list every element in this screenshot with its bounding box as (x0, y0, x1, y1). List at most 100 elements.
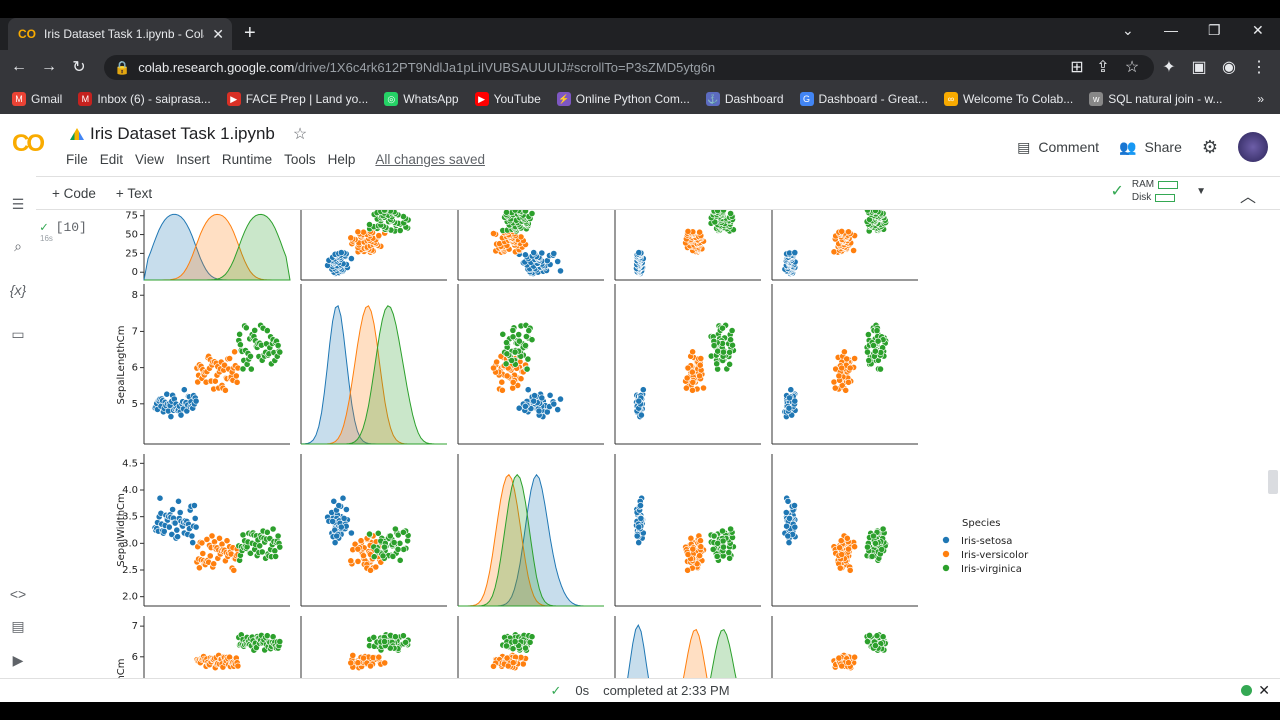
scatter-point-versicolor (836, 544, 843, 552)
reload-icon[interactable]: ↻ (64, 57, 94, 77)
colab-logo[interactable]: CO (12, 130, 45, 158)
resources-indicator[interactable]: ✓ RAM Disk ▼ (1110, 179, 1206, 203)
gear-icon[interactable]: ⚙ (1202, 137, 1218, 158)
close-status-icon[interactable]: ✕ (1258, 682, 1270, 699)
command-palette-icon[interactable]: ▤ (11, 618, 24, 635)
scatter-point-versicolor (233, 378, 241, 386)
bookmark-item[interactable]: M Inbox (6) - saiprasa... (78, 92, 211, 106)
resources-dropdown-icon[interactable]: ▼ (1196, 186, 1206, 197)
scatter-point-virginica (872, 642, 879, 649)
kebab-menu-icon[interactable]: ⋮ (1244, 57, 1274, 77)
scatter-point-virginica (523, 365, 531, 373)
scatter-point-versicolor (838, 364, 846, 372)
scatter-point-versicolor (498, 386, 506, 394)
drive-icon[interactable] (70, 128, 84, 140)
scatter-point-setosa (791, 523, 799, 531)
scatter-point-setosa (787, 386, 795, 394)
execution-count[interactable]: ✓ [10] (40, 220, 87, 235)
search-icon[interactable]: ⌕ (14, 238, 22, 255)
variables-icon[interactable]: {x} (10, 282, 26, 298)
scatter-point-virginica (713, 360, 721, 368)
comment-button[interactable]: ▤ Comment (1017, 139, 1099, 156)
scatter-point-virginica (373, 547, 381, 555)
menu-view[interactable]: View (135, 152, 164, 167)
star-icon[interactable]: ☆ (293, 124, 307, 144)
scatter-point-versicolor (843, 534, 851, 542)
new-tab-icon[interactable]: + (244, 22, 256, 45)
bookmark-item[interactable]: ◎ WhatsApp (384, 92, 459, 106)
scatter-point-versicolor (697, 543, 705, 551)
y-axis-label: SepalWidthCm (116, 493, 127, 567)
menu-file[interactable]: File (66, 152, 88, 167)
share-page-icon[interactable]: ⇪ (1088, 57, 1118, 77)
scatter-point-versicolor (831, 384, 839, 392)
menu-tools[interactable]: Tools (284, 152, 316, 167)
scatter-point-virginica (239, 531, 247, 539)
disk-label: Disk (1131, 192, 1152, 203)
table-of-contents-icon[interactable]: ☰ (12, 196, 25, 213)
y-tick-label: 2.0 (122, 592, 138, 603)
restore-icon[interactable]: ❐ (1208, 22, 1221, 39)
add-code-button[interactable]: + Code (52, 186, 96, 201)
scatter-point-virginica (274, 532, 282, 540)
bookmark-item[interactable]: w SQL natural join - w... (1089, 92, 1223, 106)
scatter-point-setosa (180, 386, 188, 394)
address-bar[interactable]: 🔒 colab.research.google.com/drive/1X6c4r… (104, 55, 1154, 80)
scatter-point-versicolor (846, 364, 854, 372)
bookmark-star-icon[interactable]: ☆ (1117, 57, 1147, 77)
bookmark-item[interactable]: ⚓ Dashboard (705, 92, 784, 106)
legend-item-label: Iris-versicolor (961, 550, 1029, 561)
bookmark-item[interactable]: M Gmail (12, 92, 62, 106)
scatter-point-virginica (274, 342, 282, 349)
more-bookmarks-icon[interactable]: » (1257, 92, 1264, 106)
notebook-title[interactable]: Iris Dataset Task 1.ipynb (90, 124, 275, 144)
bookmark-item[interactable]: G Dashboard - Great... (799, 92, 928, 106)
close-window-icon[interactable]: ✕ (1252, 22, 1264, 39)
menu-runtime[interactable]: Runtime (222, 152, 272, 167)
scatter-point-setosa (340, 514, 348, 522)
scatter-point-versicolor (689, 348, 696, 356)
menu-insert[interactable]: Insert (176, 152, 210, 167)
scatter-point-virginica (728, 327, 736, 334)
collapse-up-icon[interactable]: ︿ (1240, 183, 1256, 207)
profile-avatar-icon[interactable]: ◉ (1214, 57, 1244, 77)
scatter-point-setosa (173, 526, 181, 534)
scatter-point-virginica (503, 339, 510, 346)
scatter-point-virginica (263, 327, 271, 334)
forward-arrow-icon[interactable]: → (34, 58, 64, 76)
folder-icon[interactable]: ▭ (11, 326, 24, 343)
bookmark-item[interactable]: ▶ YouTube (474, 92, 541, 106)
scatter-point-setosa (554, 258, 562, 265)
tab-search-icon[interactable]: ⌄ (1122, 22, 1134, 39)
bookmark-item[interactable]: ▶ FACE Prep | Land yo... (226, 92, 368, 106)
save-status-link[interactable]: All changes saved (375, 152, 485, 167)
share-button[interactable]: 👥 Share (1119, 139, 1182, 156)
scatter-point-setosa (786, 514, 793, 522)
y-tick-label: 0 (132, 267, 138, 278)
scatter-point-versicolor (354, 557, 362, 565)
scatter-point-setosa (339, 494, 347, 502)
avatar[interactable] (1238, 132, 1268, 162)
back-arrow-icon[interactable]: ← (4, 58, 34, 76)
scrollbar-thumb[interactable] (1268, 470, 1278, 494)
scatter-point-virginica (511, 638, 519, 645)
terminal-icon[interactable]: ▶ (13, 652, 24, 669)
add-text-button[interactable]: + Text (116, 186, 152, 201)
side-panel-icon[interactable]: ▣ (1184, 57, 1214, 77)
minimize-icon[interactable]: — (1164, 22, 1178, 38)
scatter-point-versicolor (851, 543, 858, 551)
bookmark-item[interactable]: ⚡ Online Python Com... (556, 92, 690, 106)
scatter-point-virginica (726, 554, 733, 562)
close-tab-icon[interactable]: ✕ (212, 26, 224, 43)
menu-edit[interactable]: Edit (100, 152, 123, 167)
menu-help[interactable]: Help (328, 152, 356, 167)
browser-tab[interactable]: CO Iris Dataset Task 1.ipynb - Colabo ✕ (8, 18, 232, 50)
code-snippets-icon[interactable]: <> (10, 586, 26, 602)
scatter-point-virginica (502, 360, 510, 368)
left-sidebar: ☰ ⌕ {x} ▭ <> ▤ ▶ (0, 176, 36, 678)
scatter-point-versicolor (216, 534, 223, 542)
cell-toolbar: + Code + Text ✓ RAM Disk ▼ ︿ (36, 176, 1280, 210)
extensions-icon[interactable]: ✦ (1154, 57, 1184, 77)
bookmark-favicon-icon: G (799, 92, 814, 106)
bookmark-item[interactable]: ∞ Welcome To Colab... (943, 92, 1073, 106)
